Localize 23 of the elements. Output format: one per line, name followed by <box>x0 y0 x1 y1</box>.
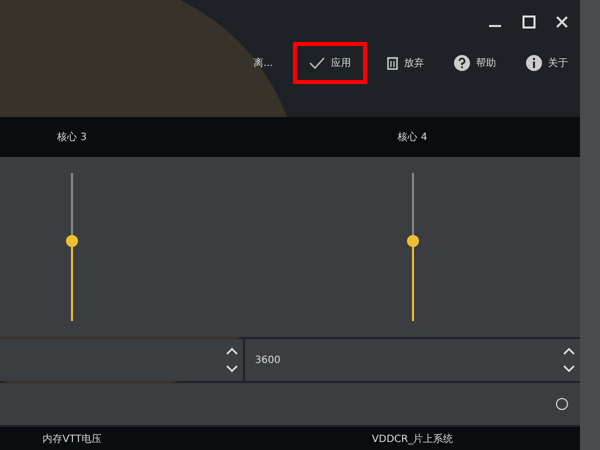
close-icon[interactable] <box>556 16 568 28</box>
radio-button[interactable] <box>556 398 568 410</box>
number-field[interactable]: 3600 <box>245 339 580 381</box>
core-label: 核心 4 <box>398 130 428 144</box>
toolbar-button[interactable]: 应用 <box>293 42 367 84</box>
field-value: 3600 <box>255 354 280 366</box>
slider-thumb[interactable] <box>66 235 78 247</box>
toolbar-button[interactable]: 帮助 <box>444 47 506 79</box>
section-label: 内存VTT电压 <box>42 432 102 446</box>
maximize-icon[interactable] <box>522 15 536 29</box>
slider-thumb[interactable] <box>406 235 418 247</box>
info-icon <box>526 55 542 71</box>
toolbar-button[interactable]: 放弃 <box>377 48 434 78</box>
toolbar-button[interactable]: 离... <box>243 48 283 78</box>
checkmark-icon <box>309 57 325 69</box>
spinner-arrows-icon[interactable] <box>225 345 239 375</box>
section-label: VDDCR_片上系统 <box>372 432 454 446</box>
spinner-arrows-icon[interactable] <box>562 345 576 375</box>
number-field[interactable] <box>0 339 243 381</box>
trash-icon <box>387 56 398 70</box>
help-icon <box>454 55 470 71</box>
toolbar-button[interactable]: 关于 <box>516 47 578 79</box>
core-label: 核心 3 <box>57 130 87 144</box>
